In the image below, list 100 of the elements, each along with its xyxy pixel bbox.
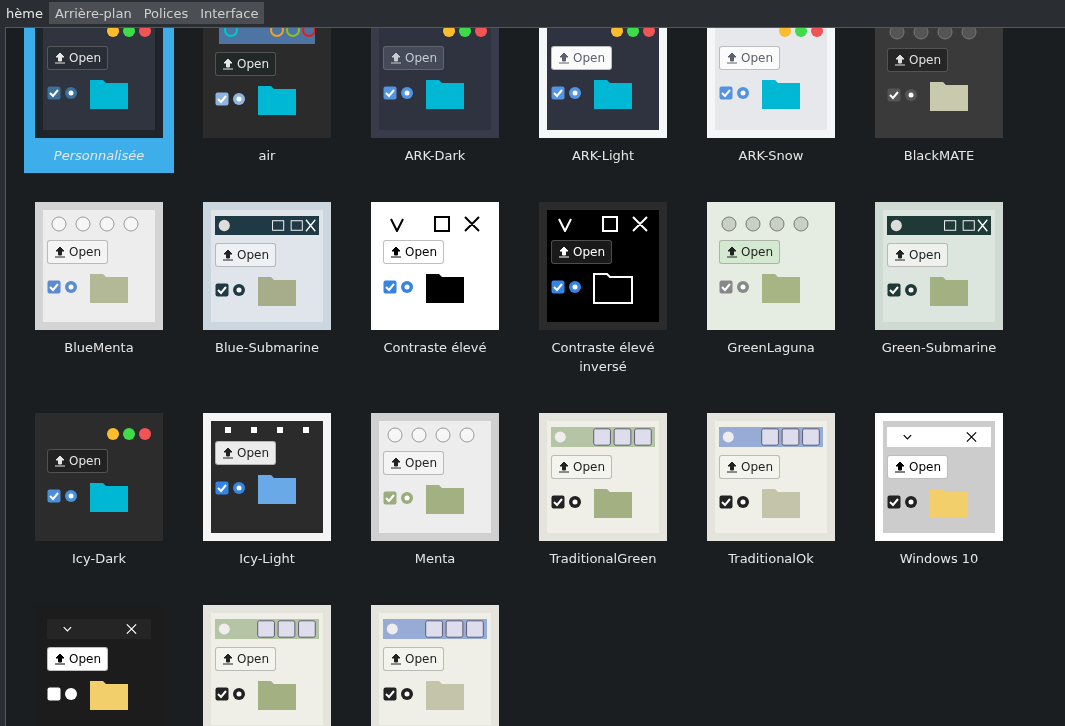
open-button: Open [719,455,781,479]
theme-name: GreenLaguna [727,339,815,357]
upload-icon [558,52,570,64]
title-bar-drawing [777,28,823,38]
open-button: Open [47,647,109,671]
upload-icon [54,246,66,258]
theme-item[interactable]: Open Green-Submarine [864,194,1014,365]
upload-icon [894,249,906,261]
upload-icon [726,52,738,64]
radio-icon [736,86,750,100]
radio-icon [400,687,414,701]
upload-icon [390,457,402,469]
checkbox-icon [47,687,61,701]
radio-icon [232,481,246,495]
tab[interactable]: Arrière-plan [48,2,138,24]
radio-icon [568,86,582,100]
open-button: Open [215,441,277,465]
checkbox-icon [551,280,565,294]
open-button: Open [887,48,949,72]
open-button: Open [47,240,109,264]
checkbox-icon [719,86,733,100]
upload-icon [222,653,234,665]
checkbox-icon [47,86,61,100]
theme-name: TraditionalOk [728,550,814,568]
checkbox-icon [551,495,565,509]
theme-item[interactable]: Open Menta [360,405,510,576]
theme-name: Blue-Submarine [215,339,319,357]
checkbox-icon [47,280,61,294]
theme-item[interactable]: Open ARK-Dark [360,28,510,173]
theme-item[interactable]: Open Blue-Submarine [192,194,342,365]
checkbox-icon [551,86,565,100]
open-button: Open [551,46,613,70]
radio-icon [568,495,582,509]
theme-item[interactable]: Open TraditionalOk [696,405,846,576]
theme-item[interactable]: Open Contraste élevé [360,194,510,365]
theme-item[interactable]: Open [192,597,342,726]
theme-item[interactable]: Open ARK-Light [528,28,678,173]
theme-item[interactable]: Open GreenLaguna [696,194,846,365]
upload-icon [222,58,234,70]
tab[interactable]: Polices [137,2,195,24]
open-button: Open [383,240,445,264]
theme-item[interactable]: Open BlueMenta [24,194,174,365]
theme-item[interactable]: Open Personnalisée [24,28,174,173]
theme-name: Menta [414,550,456,568]
upload-icon [222,249,234,261]
radio-icon [64,86,78,100]
radio-icon [400,280,414,294]
radio-icon [904,88,918,102]
checkbox-icon [215,92,229,106]
upload-icon [894,461,906,473]
radio-icon [232,687,246,701]
theme-name: Contraste élevé [383,339,487,357]
theme-name: Contraste élevé inversé [550,339,656,376]
open-button: Open [215,52,277,76]
radio-icon [64,489,78,503]
checkbox-icon [887,495,901,509]
theme-item[interactable]: Open [360,597,510,726]
theme-item[interactable]: Open Windows 10 [864,405,1014,576]
checkbox-icon [215,687,229,701]
upload-icon [54,52,66,64]
checkbox-icon [47,489,61,503]
theme-name: Windows 10 [899,550,979,568]
theme-item[interactable]: Open Contraste élevé inversé [528,194,678,384]
radio-icon [64,280,78,294]
theme-name: Icy-Light [239,550,295,568]
theme-name: ARK-Dark [404,147,466,165]
theme-item[interactable]: Open [24,597,174,726]
theme-name: ARK-Light [571,147,635,165]
theme-item[interactable]: Open ARK-Snow [696,28,846,173]
open-button: Open [551,455,613,479]
checkbox-icon [215,481,229,495]
theme-name: ARK-Snow [738,147,804,165]
checkbox-icon [383,280,397,294]
checkbox-icon [887,283,901,297]
checkbox-icon [719,495,733,509]
checkbox-icon [383,491,397,505]
title-bar-drawing [609,28,655,38]
theme-name: BlueMenta [64,339,134,357]
checkbox-icon [383,687,397,701]
radio-icon [400,491,414,505]
open-button: Open [47,449,109,473]
upload-icon [222,447,234,459]
theme-item[interactable]: Open air [192,28,342,173]
radio-icon [232,283,246,297]
theme-name: Icy-Dark [72,550,126,568]
theme-item[interactable]: Open TraditionalGreen [528,405,678,576]
radio-icon [736,495,750,509]
open-button: Open [383,647,445,671]
theme-item[interactable]: Open BlackMATE [864,28,1014,173]
tab[interactable]: Interface [194,2,265,24]
open-button: Open [215,647,277,671]
open-button: Open [887,455,949,479]
upload-icon [390,52,402,64]
radio-icon [904,283,918,297]
radio-icon [736,280,750,294]
upload-icon [390,653,402,665]
theme-item[interactable]: Open Icy-Dark [24,405,174,576]
theme-item[interactable]: Open Icy-Light [192,405,342,576]
radio-icon [64,687,78,701]
upload-icon [54,455,66,467]
